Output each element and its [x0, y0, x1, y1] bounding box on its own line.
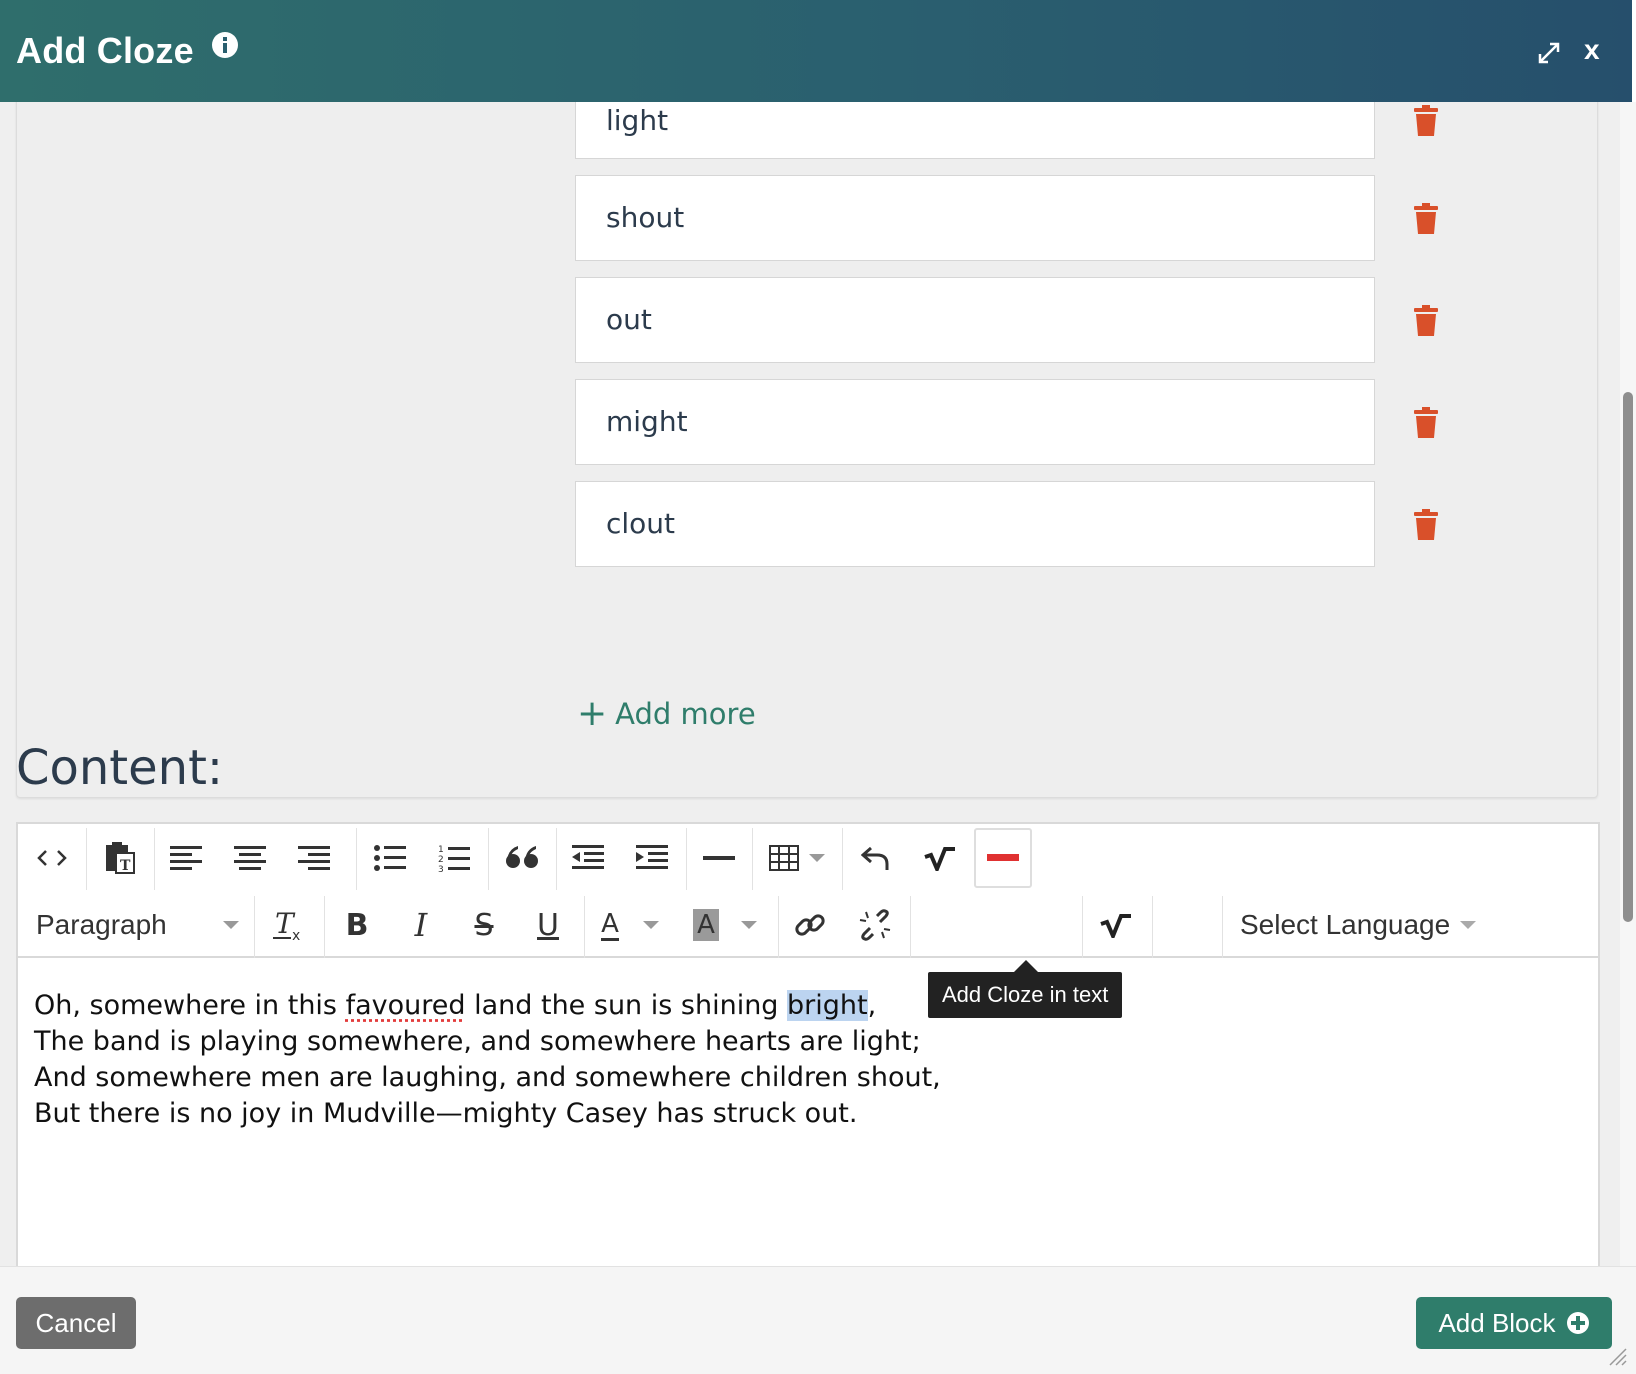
indent-icon[interactable]: [620, 824, 684, 892]
math-formula-icon[interactable]: [908, 824, 972, 892]
add-more-label: Add more: [615, 697, 756, 731]
text-line: And somewhere men are laughing, and some…: [34, 1062, 941, 1093]
expand-icon[interactable]: [1534, 38, 1564, 68]
answer-row: clout: [575, 481, 1475, 567]
align-right-icon[interactable]: [282, 824, 346, 892]
paragraph-format-label: Paragraph: [36, 909, 167, 940]
text-segment: ,: [867, 990, 877, 1021]
selected-word: bright: [787, 990, 868, 1021]
background-color-icon[interactable]: A: [678, 892, 772, 958]
numbered-list-icon[interactable]: 123: [422, 824, 486, 892]
add-more-button[interactable]: + Add more: [577, 693, 756, 734]
toolbar-row-1: T 123: [18, 824, 1598, 892]
svg-text:1: 1: [438, 845, 444, 855]
clear-formatting-icon[interactable]: Tx: [254, 892, 324, 958]
text-segment: Oh, somewhere in this: [34, 990, 346, 1021]
svg-text:3: 3: [438, 865, 444, 873]
math-formula-icon-2[interactable]: [1082, 892, 1150, 958]
link-icon[interactable]: [778, 892, 842, 958]
cloze-answers-panel: light shout out might clout + Add more: [16, 102, 1598, 798]
outdent-icon[interactable]: [556, 824, 620, 892]
bold-icon[interactable]: B: [324, 892, 390, 958]
horizontal-rule-icon[interactable]: [686, 824, 752, 892]
unlink-icon[interactable]: [842, 892, 908, 958]
content-heading: Content:: [16, 740, 224, 796]
modal-header: Add Cloze: [0, 0, 1632, 102]
trash-icon[interactable]: [1413, 203, 1439, 235]
answer-row: shout: [575, 175, 1475, 261]
trash-icon[interactable]: [1413, 105, 1439, 137]
misspelled-word: favoured: [345, 990, 466, 1021]
trash-icon[interactable]: [1413, 509, 1439, 541]
modal-title: Add Cloze: [16, 30, 194, 71]
svg-text:x: x: [292, 928, 300, 941]
cancel-button[interactable]: Cancel: [16, 1297, 136, 1349]
resize-grip-icon[interactable]: [1604, 1343, 1628, 1367]
paste-text-icon[interactable]: T: [86, 824, 154, 892]
plus-icon: +: [577, 693, 608, 734]
modal-body: light shout out might clout + Add more C…: [0, 102, 1620, 1266]
blockquote-icon[interactable]: [488, 824, 556, 892]
undo-icon[interactable]: [844, 824, 908, 892]
scrollbar[interactable]: [1620, 102, 1636, 1266]
modal-footer: Cancel Add Block: [0, 1266, 1636, 1374]
answer-row: out: [575, 277, 1475, 363]
add-block-button[interactable]: Add Block: [1416, 1297, 1612, 1349]
editor-content-area[interactable]: Oh, somewhere in this favoured land the …: [18, 960, 1598, 1266]
add-cloze-button[interactable]: [974, 828, 1032, 888]
text-color-icon[interactable]: A: [584, 892, 676, 958]
bullet-list-icon[interactable]: [358, 824, 422, 892]
language-select[interactable]: Select Language: [1224, 892, 1484, 958]
chevron-down-icon: [642, 921, 659, 929]
add-block-label: Add Block: [1438, 1307, 1556, 1338]
scrollbar-thumb[interactable]: [1623, 392, 1633, 922]
align-center-icon[interactable]: [218, 824, 282, 892]
info-icon[interactable]: [210, 30, 240, 60]
text-line: The band is playing somewhere, and somew…: [34, 1026, 921, 1057]
answer-input[interactable]: light: [575, 102, 1375, 159]
text-line: Oh, somewhere in this favoured land the …: [34, 988, 1582, 1024]
table-icon[interactable]: [752, 824, 842, 892]
rich-text-editor: T 123 Paragraph T x B I S U A A Select L…: [16, 822, 1600, 1266]
answer-input[interactable]: clout: [575, 481, 1375, 567]
close-button[interactable]: x: [1584, 34, 1600, 66]
chevron-down-icon: [809, 854, 825, 862]
text-line: But there is no joy in Mudville—mighty C…: [34, 1098, 858, 1129]
align-left-icon[interactable]: [154, 824, 218, 892]
chevron-down-icon: [1460, 921, 1477, 929]
toolbar-row-2: Paragraph Tx B I S U A A Select Language: [18, 892, 1598, 958]
answer-input[interactable]: shout: [575, 175, 1375, 261]
answer-row: might: [575, 379, 1475, 465]
svg-text:T: T: [120, 858, 131, 874]
text-segment: land the sun is shining: [465, 990, 788, 1021]
answer-row: light: [575, 102, 1475, 169]
answer-input[interactable]: might: [575, 379, 1375, 465]
plus-circle-icon: [1566, 1312, 1589, 1334]
language-select-label: Select Language: [1240, 909, 1451, 940]
trash-icon[interactable]: [1413, 305, 1439, 337]
underline-icon[interactable]: U: [516, 892, 580, 958]
answer-input[interactable]: out: [575, 277, 1375, 363]
source-code-icon[interactable]: [18, 824, 86, 892]
trash-icon[interactable]: [1413, 407, 1439, 439]
strikethrough-icon[interactable]: S: [452, 892, 516, 958]
chevron-down-icon: [222, 921, 239, 929]
paragraph-format-select[interactable]: Paragraph: [18, 892, 254, 958]
svg-text:2: 2: [438, 855, 444, 865]
italic-icon[interactable]: I: [390, 892, 452, 958]
chevron-down-icon: [740, 921, 757, 929]
